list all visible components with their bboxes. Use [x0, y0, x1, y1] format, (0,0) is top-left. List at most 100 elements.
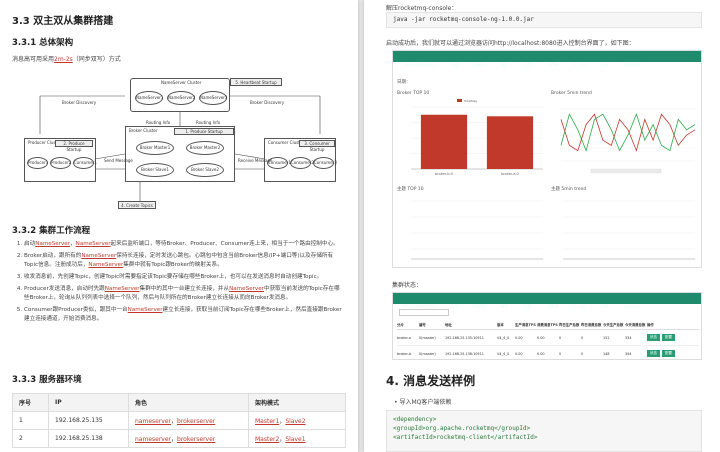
cluster-status-label: 集群状态： [392, 282, 423, 289]
create-topics-label: 4. Create Topics [118, 201, 156, 209]
workflow-step: Broker启动，跟所有的NameServer保持长连接，定时发送心跳包。心跳包… [24, 252, 344, 270]
architecture-description: 消息高可用采用2m-2s（同步双写）方式 [12, 54, 121, 63]
code-line: <artifactId>rocketmq-client</artifactId> [393, 434, 538, 441]
nav-item[interactable]: 驾驶舱 [473, 59, 485, 70]
routing-info-label: Routing Info [196, 120, 221, 125]
left-document-page: 3.3 双主双从集群搭建 3.3.1 总体架构 消息高可用采用2m-2s（同步双… [0, 0, 358, 452]
unzip-instruction: 解压rocketmq-console： [386, 5, 458, 12]
nav-brand: RocketMQ控制台 [403, 62, 436, 67]
workflow-step: 收发消息前，先创建Topic，创建Topic时需要指定该Topic要存储在哪些B… [24, 273, 344, 282]
section-heading-3-3-3: 3.3.3 服务器环境 [12, 375, 82, 385]
topic-trend-empty-chart [563, 200, 695, 260]
config-button[interactable]: 配置 [662, 350, 675, 357]
section-heading-3-3-2: 3.3.2 集群工作流程 [12, 226, 91, 236]
date-label: 日期： [397, 80, 411, 85]
bar [486, 116, 534, 169]
topic-trend-title: 主题 5min trend [551, 187, 587, 192]
table-row: 2 192.168.25.138 nameserver，brokerserver… [12, 429, 346, 448]
nav-item[interactable]: 主题 [523, 301, 531, 312]
code-line: <dependency> [393, 416, 437, 423]
nav-item[interactable]: 运维 [450, 59, 458, 70]
code-line: <groupId>org.apache.rocketmq</groupId> [393, 425, 531, 432]
topic-top10-title: 主题 TOP 10 [397, 187, 424, 192]
server-environment-table: 序号 IP 角色 架构模式 1 192.168.25.135 nameserve… [12, 393, 346, 448]
nav-item[interactable]: 运维 [450, 301, 458, 312]
status-button[interactable]: 状态 [647, 350, 660, 357]
consumer-node: Consumer2 [290, 157, 314, 169]
cluster-select[interactable] [399, 309, 449, 316]
console-navbar: RocketMQ控制台 运维 驾驶舱 集群 主题 消费者 生产者 消息 消息轨迹 [393, 51, 701, 67]
producer-node: Producer2 [50, 157, 71, 169]
table-cell: Master1，Slave2 [248, 411, 346, 430]
workflow-step: Consumer跟Producer类似，跟其中一台NameServer建立长连接… [24, 306, 344, 324]
broker-cluster-label: Broker Cluster [129, 128, 158, 133]
description-suffix: （同步双写）方式 [72, 56, 121, 63]
time-range-slider [590, 168, 662, 174]
table-cell: 192.168.25.135 [48, 411, 129, 430]
legend-label: TotalMsg [463, 99, 477, 103]
broker-discovery-label-left: Broker Discovery [62, 100, 97, 105]
x-tick-label: broker-a:0 [501, 172, 519, 176]
right-document-page: 解压rocketmq-console： java -jar rocketmq-c… [364, 0, 720, 452]
architecture-diagram: NameServer Cluster NameServer1 NameServe… [20, 74, 340, 214]
startup-instruction: 启动成功后，我们就可以通过浏览器访问http://localhost:8080进… [386, 40, 635, 47]
nav-item[interactable]: 驾驶舱 [473, 301, 485, 312]
config-button[interactable]: 配置 [662, 334, 675, 341]
section-heading-3-3-1: 3.3.1 总体架构 [12, 38, 74, 48]
console-navbar-2: RocketMQ控制台 运维 驾驶舱 集群 主题 消费者 生产者 消息 消息轨迹 [393, 293, 701, 309]
nav-item[interactable]: 主题 [523, 59, 531, 70]
command-code-block: java -jar rocketmq-console-ng-1.0.0.jar [386, 12, 702, 28]
nav-item[interactable]: 生产者 [574, 59, 586, 70]
nav-item[interactable]: 消息轨迹 [624, 301, 640, 312]
nav-item[interactable]: 生产者 [574, 301, 586, 312]
workflow-list: 启动NameServer，NameServer起来后监听端口，等待Broker、… [14, 240, 344, 327]
nav-item[interactable]: 消费者 [547, 59, 559, 70]
table-cell: nameserver，brokerserver [128, 429, 249, 448]
workflow-step: 启动NameServer，NameServer起来后监听端口，等待Broker、… [24, 240, 344, 249]
table-cell: 1 [12, 411, 49, 430]
description-prefix: 消息高可用采用 [12, 56, 55, 63]
producer-cluster-box: Producer Cluster 2. Produce Startup Prod… [24, 138, 97, 182]
table-header-row: 序号 IP 角色 架构模式 [12, 393, 346, 412]
legend-swatch [457, 99, 462, 102]
broker-top10-bar-chart: broker-b:0 broker-a:0 TotalMsg [411, 99, 543, 176]
table-row: broker-a 0(master) 192.168.25.135:10911 … [397, 330, 699, 346]
broker-trend-title: Broker 5min trend [551, 91, 592, 96]
table-cell: 192.168.25.138 [48, 429, 129, 448]
consumer-startup-label: 3. Consumer Startup [299, 140, 335, 152]
description-link[interactable]: 2m-2s [54, 56, 73, 63]
broker-top10-title: Broker TOP 10 [397, 91, 430, 96]
table-header: 序号 [12, 393, 49, 412]
send-message-label: Send Message [104, 158, 133, 163]
nav-item[interactable]: 集群 [500, 59, 508, 70]
broker-slave-node: Broker Slave2 [186, 163, 224, 177]
produce-startup-label: 1. Produce Startup [174, 128, 234, 135]
producer-startup-label: 2. Produce Startup [55, 140, 93, 152]
nameserver-node: NameServer2 [167, 91, 195, 105]
cluster-table: 分片 编号 地址 版本 生产消息TPS 消费消息TPS 昨日生产总数 昨日消费总… [397, 322, 699, 361]
nav-item[interactable]: 集群 [500, 301, 508, 312]
nameserver-node: NameServer1 [135, 91, 163, 105]
bar [420, 114, 468, 169]
status-button[interactable]: 状态 [647, 334, 660, 341]
cluster-table-header: 分片 编号 地址 版本 生产消息TPS 消费消息TPS 昨日生产总数 昨日消费总… [397, 322, 699, 330]
consumer-cluster-box: Consumer Cluster 3. Consumer Startup Con… [264, 138, 337, 182]
nav-item[interactable]: 消息 [601, 59, 609, 70]
producer-node: Consumer1 [73, 157, 97, 169]
table-header: 角色 [128, 393, 249, 412]
broker-cluster-box: Broker Cluster 1. Produce Startup Broker… [125, 126, 235, 182]
broker-master-node: Broker Master1 [136, 141, 174, 155]
broker-master-node: Broker Master2 [186, 141, 224, 155]
table-cell: nameserver，brokerserver [128, 411, 249, 430]
nav-item[interactable]: 消费者 [547, 301, 559, 312]
console-cluster-screenshot: RocketMQ控制台 运维 驾驶舱 集群 主题 消费者 生产者 消息 消息轨迹… [392, 292, 702, 360]
section-heading-3-3: 3.3 双主双从集群搭建 [12, 16, 114, 27]
broker-slave-node: Broker Slave1 [136, 163, 174, 177]
table-header: IP [48, 393, 129, 412]
table-row: broker-b 0(master) 192.168.25.138:10911 … [397, 346, 699, 361]
table-cell: 2 [12, 429, 49, 448]
broker-trend-line-chart [560, 108, 696, 174]
nav-item[interactable]: 消息 [601, 301, 609, 312]
heartbeat-label: 5. Heartbeat Startup [230, 78, 282, 86]
nav-item[interactable]: 消息轨迹 [624, 59, 640, 70]
